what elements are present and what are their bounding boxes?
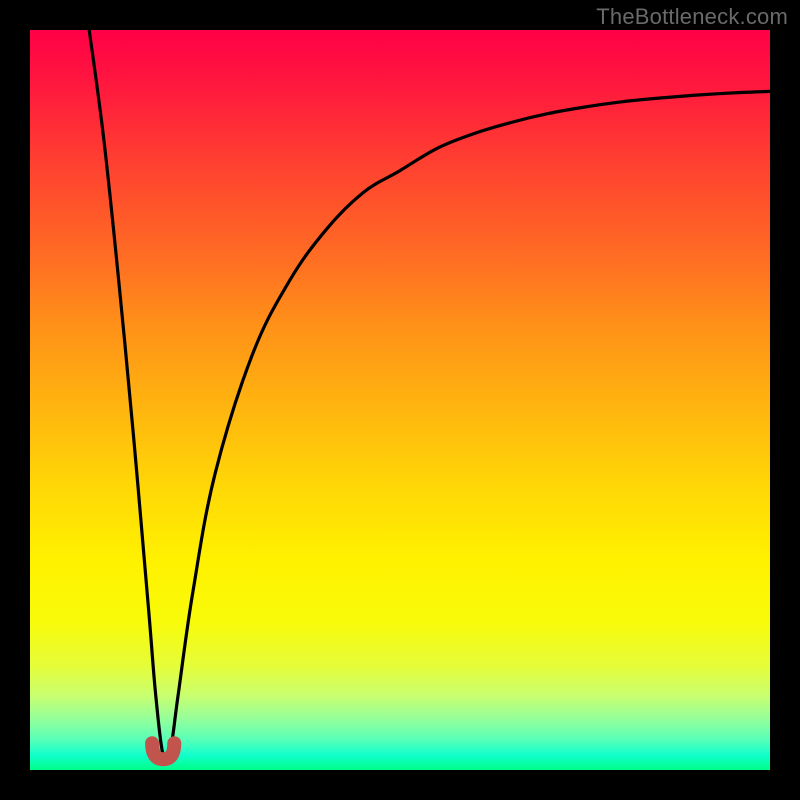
plot-area <box>30 30 770 770</box>
bottleneck-curve <box>89 30 770 760</box>
chart-frame: TheBottleneck.com <box>0 0 800 800</box>
curve-layer <box>30 30 770 770</box>
watermark-text: TheBottleneck.com <box>596 4 788 30</box>
